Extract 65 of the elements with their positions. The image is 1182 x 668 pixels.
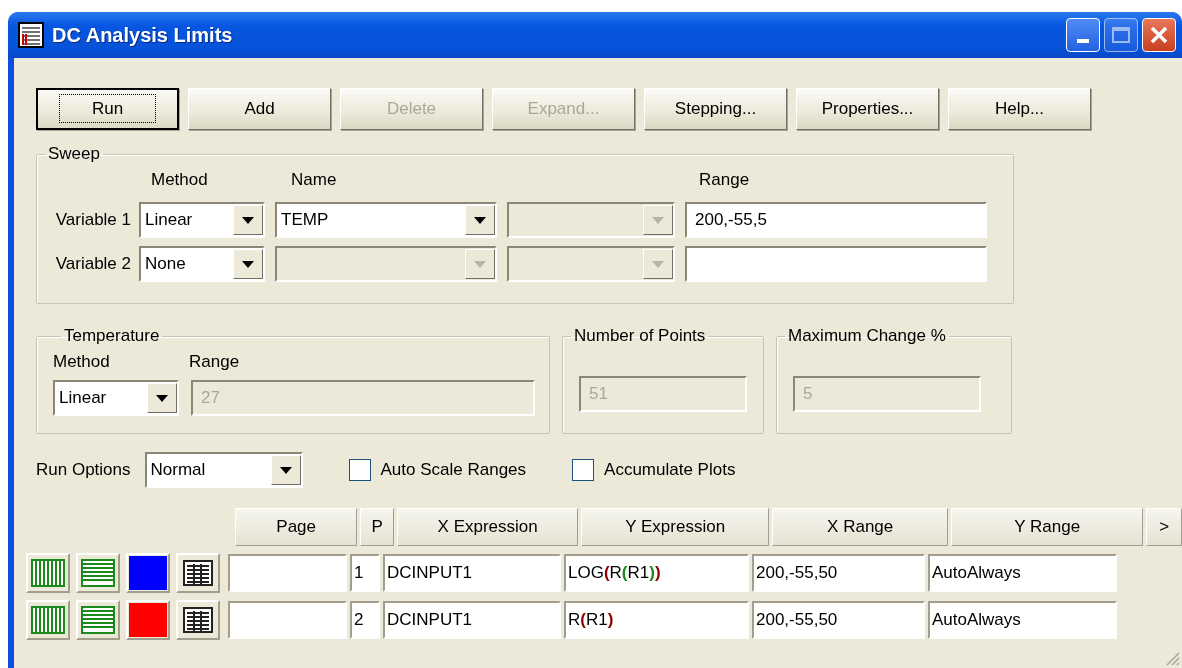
checkbox-label: Auto Scale Ranges bbox=[380, 460, 527, 480]
column-label: Name bbox=[291, 170, 338, 191]
action-button[interactable]: Run bbox=[36, 88, 179, 130]
column-label: Method bbox=[151, 170, 209, 191]
page-cell[interactable] bbox=[228, 554, 347, 592]
variable-label: Variable 2 bbox=[54, 254, 131, 274]
vertical-lines-icon bbox=[31, 559, 65, 587]
run-options-label: Run Options bbox=[36, 460, 131, 480]
group-title: Number of Points bbox=[573, 326, 707, 346]
table-cell[interactable]: AutoAlways bbox=[928, 554, 1117, 592]
table-cell[interactable]: 200,-55,50 bbox=[752, 601, 925, 639]
variable-label: Variable 1 bbox=[54, 210, 131, 230]
run-options-dropdown[interactable]: Normal bbox=[144, 452, 303, 488]
table-button[interactable] bbox=[176, 600, 220, 640]
column-label: Range bbox=[189, 352, 240, 373]
column-label: Range bbox=[699, 170, 750, 191]
name-dropdown[interactable]: TEMP bbox=[275, 202, 497, 238]
table-cell[interactable]: R(R1) bbox=[564, 601, 749, 639]
horizontal-grid-button[interactable] bbox=[76, 553, 120, 593]
group-title: Sweep bbox=[47, 144, 101, 164]
window-title: DC Analysis Limits bbox=[52, 23, 234, 47]
table-icon bbox=[183, 607, 213, 633]
group-title: Temperature bbox=[63, 326, 161, 346]
minimize-button[interactable] bbox=[1066, 18, 1100, 52]
table-cell[interactable]: 200,-55,50 bbox=[752, 554, 925, 592]
table-icon bbox=[183, 560, 213, 586]
column-header[interactable]: Y Expression bbox=[581, 508, 770, 546]
table-cell[interactable]: AutoAlways bbox=[928, 601, 1117, 639]
table-button[interactable] bbox=[176, 553, 220, 593]
column-header[interactable]: > bbox=[1146, 508, 1182, 546]
method-dropdown[interactable]: Linear bbox=[139, 202, 265, 238]
action-button[interactable]: Help... bbox=[948, 88, 1091, 130]
horizontal-grid-button[interactable] bbox=[76, 600, 120, 640]
action-button[interactable]: Add bbox=[188, 88, 331, 130]
maximize-button[interactable] bbox=[1104, 18, 1138, 52]
vertical-grid-button[interactable] bbox=[26, 553, 70, 593]
table-cell[interactable]: LOG(R(R1)) bbox=[564, 554, 749, 592]
column-header[interactable]: Y Range bbox=[951, 508, 1144, 546]
group-title: Maximum Change % bbox=[787, 326, 947, 346]
range-field[interactable] bbox=[685, 246, 987, 282]
action-button[interactable]: Stepping... bbox=[644, 88, 787, 130]
method-dropdown[interactable]: None bbox=[139, 246, 265, 282]
method-dropdown[interactable]: Linear bbox=[53, 380, 179, 416]
close-button[interactable] bbox=[1142, 18, 1176, 52]
horizontal-lines-icon bbox=[81, 559, 115, 587]
page-cell[interactable] bbox=[228, 601, 347, 639]
horizontal-lines-icon bbox=[81, 606, 115, 634]
vertical-lines-icon bbox=[31, 606, 65, 634]
checkbox-label: Accumulate Plots bbox=[604, 460, 736, 480]
range-field[interactable]: 200,-55,5 bbox=[685, 202, 987, 238]
column-header[interactable]: P bbox=[360, 508, 395, 546]
column-label: Method bbox=[53, 352, 111, 373]
column-header[interactable]: X Range bbox=[772, 508, 949, 546]
checkbox[interactable] bbox=[348, 459, 371, 481]
table-cell[interactable]: DCINPUT1 bbox=[383, 554, 561, 592]
checkbox[interactable] bbox=[572, 459, 595, 481]
table-cell[interactable]: 1 bbox=[350, 554, 380, 592]
close-icon bbox=[1148, 24, 1170, 46]
action-button[interactable]: Properties... bbox=[796, 88, 939, 130]
column-header[interactable]: Page bbox=[235, 508, 358, 546]
table-cell[interactable]: 2 bbox=[350, 601, 380, 639]
table-cell[interactable]: DCINPUT1 bbox=[383, 601, 561, 639]
vertical-grid-button[interactable] bbox=[26, 600, 70, 640]
app-icon bbox=[18, 22, 44, 48]
column-header[interactable]: X Expression bbox=[397, 508, 579, 546]
